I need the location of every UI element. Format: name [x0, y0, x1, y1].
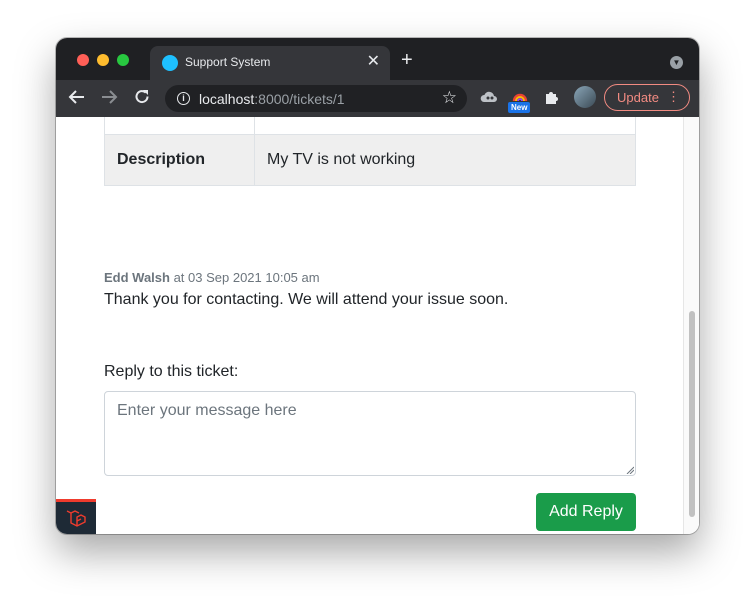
tab-title: Support System	[185, 55, 271, 69]
kebab-menu-icon[interactable]: ⋮	[667, 89, 680, 105]
scrollbar-thumb[interactable]	[689, 311, 695, 517]
resize-grip-icon[interactable]	[626, 466, 634, 474]
tab-close-icon[interactable]: ✕	[367, 52, 380, 72]
info-icon[interactable]: i	[177, 92, 190, 105]
comment-meta: Edd Walsh at 03 Sep 2021 10:05 am	[104, 270, 320, 285]
update-button[interactable]: Update ⋮	[604, 84, 690, 111]
vertical-scrollbar[interactable]	[683, 117, 699, 534]
description-value: My TV is not working	[254, 134, 636, 186]
description-label: Description	[104, 134, 255, 186]
tab-support-system[interactable]: Support System ✕	[150, 46, 390, 80]
extension-new-badge: New	[508, 102, 531, 113]
comment-author: Edd Walsh	[104, 270, 170, 285]
ticket-details-table: Description My TV is not working	[104, 117, 636, 186]
laravel-logo-icon	[56, 499, 96, 534]
cloud-extension-icon[interactable]	[480, 89, 498, 110]
comment-timestamp: at 03 Sep 2021 10:05 am	[169, 270, 320, 285]
forward-arrow-icon[interactable]	[100, 88, 118, 110]
table-row: Description My TV is not working	[104, 134, 636, 186]
address-bar[interactable]: i localhost:8000/tickets/1 ☆	[165, 85, 467, 112]
browser-toolbar: i localhost:8000/tickets/1 ☆ New Update …	[56, 80, 699, 117]
reply-textarea[interactable]	[104, 391, 636, 476]
star-icon[interactable]: ☆	[442, 88, 457, 108]
reload-icon[interactable]	[133, 88, 151, 110]
puzzle-icon[interactable]	[544, 89, 560, 110]
title-bar: Support System ✕ + ▼	[56, 38, 699, 80]
url-text: localhost:8000/tickets/1	[199, 91, 345, 107]
tab-menu-icon[interactable]: ▼	[670, 56, 683, 69]
table-row	[104, 117, 636, 135]
minimize-window-button[interactable]	[97, 54, 109, 66]
back-arrow-icon[interactable]	[68, 88, 86, 110]
favicon-icon	[162, 55, 178, 71]
avatar[interactable]	[574, 86, 596, 108]
page-content: Description My TV is not working Edd Wal…	[56, 117, 699, 534]
close-window-button[interactable]	[77, 54, 89, 66]
comment-body: Thank you for contacting. We will attend…	[104, 291, 509, 308]
maximize-window-button[interactable]	[117, 54, 129, 66]
new-tab-button[interactable]: +	[401, 50, 413, 70]
add-reply-button[interactable]: Add Reply	[536, 493, 636, 531]
reply-label: Reply to this ticket:	[104, 363, 239, 380]
browser-window: Support System ✕ + ▼ i localhost:8000/ti…	[56, 38, 699, 534]
